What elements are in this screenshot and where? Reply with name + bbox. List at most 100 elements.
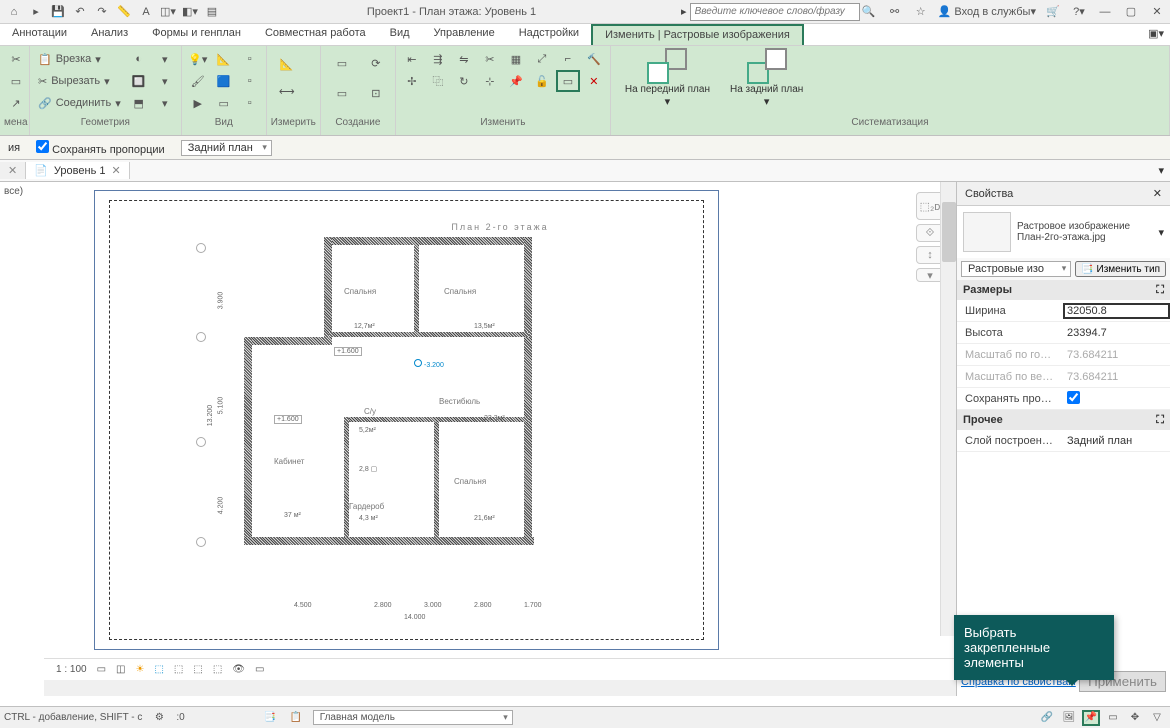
rotate-icon[interactable]: ↻ xyxy=(452,70,476,92)
detail-icon[interactable]: ▭ xyxy=(97,664,106,675)
send-to-back-button[interactable]: На задний план▾ xyxy=(730,48,803,108)
measure-icon[interactable]: 📏 xyxy=(114,3,134,21)
cope-icon[interactable]: ◐ xyxy=(127,48,151,70)
style-icon[interactable]: ◫ xyxy=(116,664,125,675)
prop-layer-value[interactable]: Задний план xyxy=(1063,435,1170,447)
props-toggle-icon[interactable]: ▤ xyxy=(202,3,222,21)
v3-icon[interactable]: ▫ xyxy=(238,92,262,114)
crop-vis-icon[interactable]: ⬚ xyxy=(213,664,222,675)
paste-button[interactable]: 📋 Врезка ▾ xyxy=(34,48,125,70)
binoculars-icon[interactable]: 🔍 xyxy=(860,5,878,19)
exchange-icon[interactable]: 🛒 xyxy=(1044,5,1062,19)
create-similar-icon[interactable]: ▭ xyxy=(325,48,359,78)
offset-icon[interactable]: ⇶ xyxy=(426,48,450,70)
comm-icon[interactable]: ⚯ xyxy=(886,5,904,19)
geom-c-icon[interactable]: ▾ xyxy=(153,92,177,114)
arrow-icon[interactable]: ↗ xyxy=(4,92,28,114)
create-family-icon[interactable]: ▭ xyxy=(325,78,359,108)
bulb-icon[interactable]: 💡▾ xyxy=(186,48,210,70)
geom-a-icon[interactable]: ▾ xyxy=(153,48,177,70)
sb-select-face-icon[interactable]: ▭ xyxy=(1104,710,1122,726)
pick-icon[interactable]: ⊡ xyxy=(361,78,391,108)
home-icon[interactable]: ⌂ xyxy=(4,3,24,21)
tab-modify-raster[interactable]: Изменить | Растровые изображения xyxy=(591,24,804,45)
brush-icon[interactable]: 🖌 xyxy=(186,70,210,92)
geom-b-icon[interactable]: ▾ xyxy=(153,70,177,92)
v2-icon[interactable]: ▫ xyxy=(238,70,262,92)
search-input[interactable] xyxy=(690,3,860,21)
help-icon[interactable]: ?▾ xyxy=(1070,5,1088,19)
cube-icon[interactable]: ◫▾ xyxy=(158,3,178,21)
region-icon[interactable]: ▭ xyxy=(212,92,236,114)
ribbon-expand-icon[interactable]: ▣▾ xyxy=(1142,24,1170,45)
prop-keepprop-value[interactable] xyxy=(1063,391,1170,407)
sb-select-pinned-icon[interactable]: 📌 xyxy=(1082,710,1100,726)
measure-dim-icon[interactable]: ⟷ xyxy=(271,80,303,102)
prop-height-value[interactable]: 23394.7 xyxy=(1063,327,1170,339)
split-icon[interactable]: ⊹ xyxy=(478,70,502,92)
delete-icon[interactable]: ✕ xyxy=(582,70,606,92)
demolish-icon[interactable]: 🔨 xyxy=(582,48,606,70)
sb-drag-icon[interactable]: ✥ xyxy=(1126,710,1144,726)
tab-forms[interactable]: Формы и генплан xyxy=(140,24,253,45)
undo-icon[interactable]: ↶ xyxy=(70,3,90,21)
type-selector[interactable]: Растровое изображение План-2го-этажа.jpg… xyxy=(957,206,1170,258)
props-filter-dropdown[interactable]: Растровые изо xyxy=(961,261,1071,277)
load-icon[interactable]: ⟳ xyxy=(361,48,391,78)
v1-icon[interactable]: ▫ xyxy=(238,48,262,70)
sb-worksets-icon[interactable]: 📑 xyxy=(261,710,279,726)
sb-filter-icon[interactable]: ▽ xyxy=(1148,710,1166,726)
scale-icon[interactable]: ⤢ xyxy=(530,48,554,70)
render-icon[interactable]: ⬚ xyxy=(174,664,183,675)
thin-lines-icon[interactable]: 📐 xyxy=(212,48,236,70)
prop-width-value[interactable]: 32050.8 xyxy=(1063,303,1170,319)
props-close-icon[interactable]: ✕ xyxy=(1153,187,1162,200)
move-icon[interactable]: ✢ xyxy=(400,70,424,92)
select-icon[interactable]: ▭ xyxy=(4,70,28,92)
join-button[interactable]: 🔗 Соединить ▾ xyxy=(34,92,125,114)
tab-addins[interactable]: Надстройки xyxy=(507,24,591,45)
open-icon[interactable]: ▸ xyxy=(26,3,46,21)
main-model-dropdown[interactable]: Главная модель xyxy=(313,710,513,725)
sb-design-opts-icon[interactable]: 📋 xyxy=(287,710,305,726)
trim-icon[interactable]: ✂ xyxy=(478,48,502,70)
maximize-icon[interactable]: ▢ xyxy=(1122,5,1140,19)
sb-select-links-icon[interactable]: 🔗 xyxy=(1038,710,1056,726)
close-tab-icon[interactable]: ✕ xyxy=(111,164,120,177)
draw-order-dropdown[interactable]: Задний план xyxy=(181,140,272,156)
close-tab-icon[interactable]: ✕ xyxy=(8,164,17,177)
measure-tape-icon[interactable]: 📐 xyxy=(271,48,303,80)
corner-icon[interactable]: ⌐ xyxy=(556,48,580,70)
save-icon[interactable]: 💾 xyxy=(48,3,68,21)
section-icon[interactable]: ◧▾ xyxy=(180,3,200,21)
activate-icon[interactable]: ▶ xyxy=(186,92,210,114)
tab-analysis[interactable]: Анализ xyxy=(79,24,140,45)
vertical-scrollbar[interactable] xyxy=(940,182,956,636)
props-cat-other[interactable]: Прочее⛶ xyxy=(957,410,1170,430)
paint-icon[interactable]: 🟦 xyxy=(212,70,236,92)
copy-icon[interactable]: ⿻ xyxy=(426,70,450,92)
close-icon[interactable]: ✕ xyxy=(1148,5,1166,19)
cut-button[interactable]: ✂ Вырезать ▾ xyxy=(34,70,125,92)
horizontal-scrollbar[interactable] xyxy=(44,680,956,696)
shadows-icon[interactable]: ⬚ xyxy=(154,664,163,675)
sb-icon[interactable]: ⚙ xyxy=(150,710,168,726)
modify-icon[interactable]: ✂ xyxy=(4,48,28,70)
minimize-icon[interactable]: — xyxy=(1096,5,1114,19)
select-pinned-button[interactable]: ▭ xyxy=(556,70,580,92)
unpin-icon[interactable]: 🔓 xyxy=(530,70,554,92)
star-icon[interactable]: ☆ xyxy=(912,5,930,19)
edit-type-button[interactable]: 📑 Изменить тип xyxy=(1075,261,1166,277)
drawing-canvas[interactable]: План 2-го этажа Спальня Спальня Вест xyxy=(44,182,956,658)
tab-collab[interactable]: Совместная работа xyxy=(253,24,378,45)
mirror-icon[interactable]: ⇋ xyxy=(452,48,476,70)
doc-tab-prev[interactable]: ✕ xyxy=(0,162,26,179)
scale-display[interactable]: 1 : 100 xyxy=(56,664,87,675)
keep-proportions-checkbox[interactable]: Сохранять пропорции xyxy=(36,140,165,156)
doc-tabs-menu-icon[interactable]: ▾ xyxy=(1152,164,1170,177)
tab-annotations[interactable]: Аннотации xyxy=(0,24,79,45)
reveal-icon[interactable]: ▭ xyxy=(255,664,264,675)
text-icon[interactable]: A xyxy=(136,3,156,21)
bring-to-front-button[interactable]: На передний план▾ xyxy=(625,48,710,108)
pin-icon[interactable]: 📌 xyxy=(504,70,528,92)
